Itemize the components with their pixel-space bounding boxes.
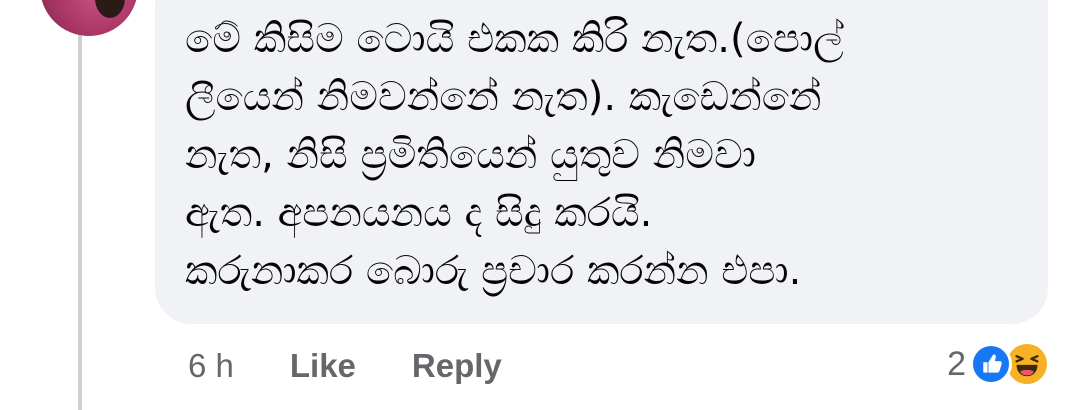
- reaction-count: 2: [947, 344, 966, 383]
- comment-line: නැත, නිසි ප්‍රමිතියෙන් යුතුව නිමවා: [185, 132, 756, 178]
- comment-line: ඇත. අපනයනය ද සිදු කරයි.: [185, 190, 653, 236]
- comment-text: මේ කිසිම ටොයි එකක කිරි නැත.(පොල් ලීයෙන් …: [185, 10, 1018, 300]
- comment-line: මේ කිසිම ටොයි එකක කිරි නැත.(පොල්: [185, 16, 844, 62]
- comment-container: මේ කිසිම ටොයි එකක කිරි නැත.(පොල් ලීයෙන් …: [0, 0, 1080, 410]
- avatar-hair: [95, 0, 125, 18]
- comment-timestamp[interactable]: 6 h: [188, 347, 234, 385]
- like-icon: [970, 343, 1012, 385]
- reply-button[interactable]: Reply: [412, 347, 502, 385]
- reaction-summary[interactable]: 2: [947, 338, 1050, 390]
- reaction-icons: [970, 341, 1050, 387]
- like-button[interactable]: Like: [290, 347, 356, 385]
- thread-line: [78, 0, 82, 410]
- avatar[interactable]: [40, 0, 138, 36]
- comment-bubble: මේ කිසිම ටොයි එකක කිරි නැත.(පොල් ලීයෙන් …: [155, 0, 1048, 324]
- comment-actions: 6 h Like Reply: [188, 340, 558, 392]
- comment-line: ලීයෙන් නිමවන්නේ නැත). කැඩෙන්නේ: [185, 74, 822, 120]
- comment-line: කරුනාකර බොරු ප්‍රචාර කරන්න එපා.: [185, 248, 802, 294]
